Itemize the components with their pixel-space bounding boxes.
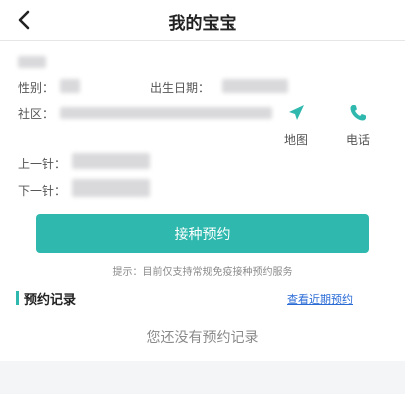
gender-value-redacted	[60, 79, 80, 93]
previous-dose-value-redacted	[72, 153, 150, 169]
empty-records-message: 您还没有预约记录	[146, 330, 259, 346]
previous-dose-label: 上一针：	[18, 157, 67, 171]
gender-label: 性别：	[18, 81, 55, 95]
birth-date-label: 出生日期：	[150, 81, 211, 95]
map-label: 地图	[283, 133, 308, 147]
map-button[interactable]: 地图	[276, 103, 316, 148]
records-list: 您还没有预约记录	[0, 311, 405, 361]
next-dose-label: 下一针：	[18, 184, 67, 198]
booking-hint: 提示：目前仅支持常规免疫接种预约服务	[112, 267, 293, 278]
baby-info-card: 性别： 出生日期： 社区： 地图 电话 上一针： 下一针： 接种预约 提示：目前…	[0, 41, 405, 285]
view-recent-bookings-link[interactable]: 查看近期预约	[287, 291, 353, 307]
top-bar: 我的宝宝	[0, 0, 405, 41]
section-accent-bar	[16, 291, 19, 305]
vaccination-booking-button[interactable]: 接种预约	[36, 214, 369, 253]
navigation-arrow-icon	[289, 105, 304, 120]
birth-date-value-redacted	[222, 79, 288, 93]
phone-button[interactable]: 电话	[338, 103, 378, 148]
records-header: 预约记录 查看近期预约	[0, 285, 405, 311]
next-dose-value-redacted	[72, 179, 150, 197]
phone-label: 电话	[345, 133, 370, 147]
phone-icon	[350, 105, 366, 121]
page-title: 我的宝宝	[168, 14, 237, 34]
records-title: 预约记录	[24, 293, 77, 308]
community-label: 社区：	[18, 107, 55, 121]
community-value-redacted	[60, 107, 272, 119]
baby-name-redacted	[18, 56, 46, 68]
